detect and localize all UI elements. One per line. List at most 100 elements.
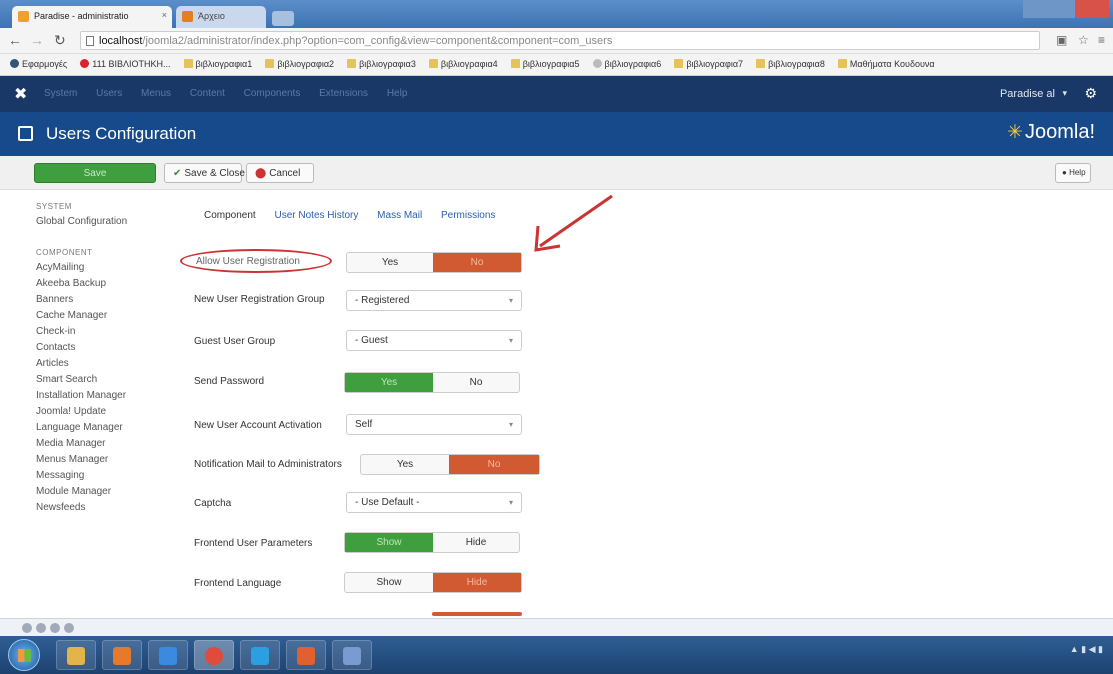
- menu-item[interactable]: Content: [190, 88, 225, 99]
- bookmark-item[interactable]: βιβλιογραφια8: [756, 59, 825, 69]
- allow-registration-no[interactable]: No: [433, 253, 521, 272]
- sidebar-item[interactable]: Language Manager: [36, 420, 166, 436]
- new-tab-button[interactable]: [272, 11, 294, 26]
- allow-registration-yes[interactable]: Yes: [347, 253, 433, 272]
- close-window-button[interactable]: [1075, 0, 1109, 18]
- save-button[interactable]: Save: [34, 163, 156, 183]
- new-user-group-select[interactable]: - Registered ▾: [346, 290, 522, 311]
- help-button[interactable]: ● Help: [1055, 163, 1091, 183]
- taskbar-chrome[interactable]: [194, 640, 234, 670]
- bookmark-item[interactable]: Μαθήματα Κουδουνα: [837, 59, 935, 69]
- tab-mass-mail[interactable]: Mass Mail: [377, 210, 422, 221]
- bookmark-item[interactable]: βιβλιογραφια4: [428, 59, 498, 69]
- sidebar-item[interactable]: Menus Manager: [36, 452, 166, 468]
- guest-group-select[interactable]: - Guest ▾: [346, 330, 522, 351]
- taskbar-media[interactable]: [102, 640, 142, 670]
- captcha-select[interactable]: - Use Default - ▾: [346, 492, 522, 513]
- notification-mail-label: Notification Mail to Administrators: [194, 459, 342, 470]
- help-icon: ●: [1062, 168, 1067, 177]
- bookmark-item[interactable]: βιβλιογραφια7: [674, 59, 743, 69]
- frontend-language-toggle: Show Hide: [344, 572, 522, 593]
- extension-icon[interactable]: ▣: [1056, 33, 1067, 47]
- sidebar-item[interactable]: Akeeba Backup: [36, 276, 166, 292]
- bookmark-item[interactable]: 111 ΒΙΒΛΙΟΤΗΚΗ...: [80, 59, 170, 69]
- joomla-logo-icon[interactable]: ✖: [14, 84, 27, 104]
- reload-icon[interactable]: ↻: [54, 32, 66, 49]
- frontend-language-show[interactable]: Show: [345, 573, 433, 592]
- sidebar-item[interactable]: Media Manager: [36, 436, 166, 452]
- menu-item[interactable]: Users: [96, 88, 122, 99]
- bookmark-item[interactable]: βιβλιογραφια2: [265, 59, 334, 69]
- cancel-button[interactable]: ⬤ Cancel: [246, 163, 314, 183]
- frontend-params-show[interactable]: Show: [345, 533, 433, 552]
- tab-user-notes-history[interactable]: User Notes History: [274, 210, 358, 221]
- browser-tab-inactive[interactable]: Άρχειο: [176, 6, 266, 28]
- folder-icon: [67, 647, 85, 665]
- menu-item[interactable]: Menus: [141, 88, 171, 99]
- sidebar-item[interactable]: Messaging: [36, 468, 166, 484]
- taskbar-explorer[interactable]: [56, 640, 96, 670]
- taskbar-ie[interactable]: [148, 640, 188, 670]
- sidebar-item[interactable]: Smart Search: [36, 372, 166, 388]
- forward-arrow-icon[interactable]: →: [30, 32, 44, 48]
- joomla-admin-nav: ✖ System Users Menus Content Components …: [0, 76, 1113, 112]
- user-menu[interactable]: Paradise al: [1000, 88, 1055, 100]
- bookmark-item[interactable]: Εφαρμογές: [10, 59, 67, 69]
- internet-explorer-icon: [159, 647, 177, 665]
- close-tab-icon[interactable]: ×: [162, 10, 167, 20]
- maximize-button[interactable]: [1049, 0, 1075, 18]
- menu-item[interactable]: Components: [244, 88, 301, 99]
- taskbar-xampp[interactable]: [286, 640, 326, 670]
- bookmark-item[interactable]: βιβλιογραφια1: [183, 59, 252, 69]
- chevron-down-icon: ▾: [508, 420, 513, 429]
- sidebar-item[interactable]: AcyMailing: [36, 260, 166, 276]
- taskbar-paint[interactable]: [332, 640, 372, 670]
- bookmark-item[interactable]: βιβλιογραφια3: [347, 59, 416, 69]
- folder-icon: [674, 59, 684, 68]
- bookmark-item[interactable]: βιβλιογραφια6: [592, 59, 661, 69]
- sidebar-item[interactable]: Module Manager: [36, 484, 166, 500]
- browser-tab-active[interactable]: Paradise - administratio ×: [12, 6, 172, 28]
- taskbar-skype[interactable]: [240, 640, 280, 670]
- media-player-icon: [113, 647, 131, 665]
- minimize-button[interactable]: [1023, 0, 1049, 18]
- account-activation-select[interactable]: Self ▾: [346, 414, 522, 435]
- frontend-language-hide[interactable]: Hide: [433, 573, 521, 592]
- paint-icon: [343, 647, 361, 665]
- menu-item[interactable]: Help: [387, 88, 408, 99]
- notification-mail-yes[interactable]: Yes: [361, 455, 449, 474]
- send-password-yes[interactable]: Yes: [345, 373, 433, 392]
- chevron-down-icon: ▾: [1062, 88, 1067, 98]
- chrome-icon: [205, 647, 223, 665]
- menu-icon[interactable]: ≡: [1098, 33, 1105, 47]
- notification-mail-no[interactable]: No: [449, 455, 539, 474]
- bookmark-item[interactable]: βιβλιογραφια5: [510, 59, 579, 69]
- address-toolbar: ← → ↻ localhost/joomla2/administrator/in…: [0, 28, 1113, 54]
- sidebar-item[interactable]: Check-in: [36, 324, 166, 340]
- tab-permissions[interactable]: Permissions: [441, 210, 495, 221]
- sidebar-item[interactable]: Articles: [36, 356, 166, 372]
- url-bar[interactable]: localhost/joomla2/administrator/index.ph…: [80, 31, 1040, 50]
- back-arrow-icon[interactable]: ←: [8, 32, 22, 48]
- menu-item[interactable]: System: [44, 88, 77, 99]
- start-button[interactable]: [8, 639, 40, 671]
- browser-status-bar: [0, 618, 1113, 636]
- admin-menu: System Users Menus Content Components Ex…: [44, 88, 423, 99]
- tab-component[interactable]: Component: [204, 210, 256, 221]
- star-icon[interactable]: ☆: [1078, 33, 1089, 47]
- sidebar-item[interactable]: Cache Manager: [36, 308, 166, 324]
- gear-icon[interactable]: ⚙: [1084, 85, 1097, 102]
- sidebar-item[interactable]: Joomla! Update: [36, 404, 166, 420]
- frontend-params-hide[interactable]: Hide: [433, 533, 519, 552]
- sidebar-item[interactable]: Contacts: [36, 340, 166, 356]
- sidebar-item[interactable]: Installation Manager: [36, 388, 166, 404]
- chevron-down-icon: ▾: [508, 498, 513, 507]
- send-password-no[interactable]: No: [433, 373, 519, 392]
- url-path: /joomla2/administrator/index.php?option=…: [142, 35, 613, 47]
- sidebar-item[interactable]: Banners: [36, 292, 166, 308]
- save-close-button[interactable]: ✔ Save & Close: [164, 163, 245, 183]
- sidebar-item-global-configuration[interactable]: Global Configuration: [36, 214, 166, 230]
- system-tray[interactable]: ▲ ▮ ◀ ▮: [1070, 644, 1103, 655]
- sidebar-item[interactable]: Newsfeeds: [36, 500, 166, 516]
- menu-item[interactable]: Extensions: [319, 88, 368, 99]
